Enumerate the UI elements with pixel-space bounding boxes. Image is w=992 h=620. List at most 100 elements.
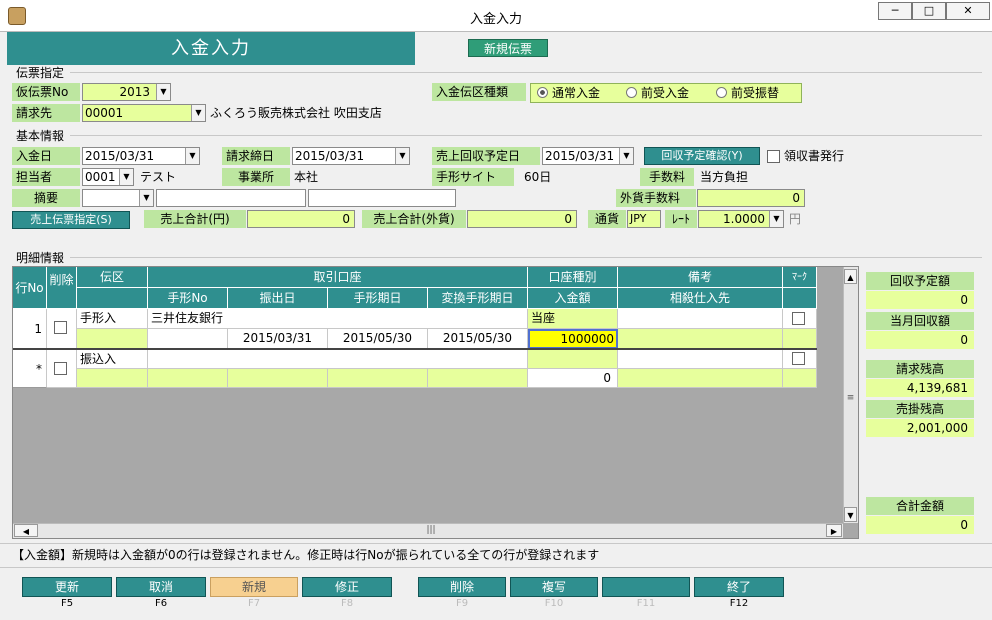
account-type-cell[interactable] [528, 350, 618, 369]
bank-cell[interactable] [148, 350, 528, 369]
currency-field[interactable]: JPY [627, 210, 661, 228]
chevron-down-icon[interactable]: ▼ [139, 190, 153, 206]
slip-type-cell[interactable]: 手形入 [77, 309, 148, 329]
radio-off-icon [716, 87, 727, 98]
office-label: 事業所 [222, 168, 290, 186]
scroll-hgrip-icon[interactable]: ||| [424, 524, 438, 537]
copy-button[interactable]: 複写 [510, 577, 598, 597]
summary-field-1[interactable] [156, 189, 306, 207]
page-title: 入金入力 [7, 32, 415, 65]
scroll-right-icon[interactable]: ▶ [826, 524, 842, 537]
bank-cell[interactable]: 三井住友銀行 [148, 309, 528, 329]
row-delete-checkbox[interactable] [54, 321, 67, 334]
note-cell[interactable] [618, 309, 783, 329]
fkey-label: F12 [729, 598, 749, 609]
update-button[interactable]: 更新 [22, 577, 112, 597]
changed-due-cell[interactable]: 2015/05/30 [428, 329, 528, 349]
close-date-label: 請求締日 [222, 147, 290, 165]
chevron-down-icon[interactable]: ▼ [191, 105, 205, 121]
maximize-button[interactable]: □ [912, 2, 946, 20]
bill-due-cell[interactable]: 2015/05/30 [328, 329, 428, 349]
bill-balance-value: 4,139,681 [866, 379, 974, 397]
note-cell[interactable] [618, 350, 783, 369]
divider [70, 257, 982, 258]
radio-normal[interactable]: 通常入金 [537, 84, 600, 102]
divider [0, 567, 992, 568]
scroll-up-icon[interactable]: ▲ [844, 269, 857, 284]
rate-field[interactable]: 1.0000 ▼ [698, 210, 784, 228]
scroll-left-icon[interactable]: ◀ [14, 524, 38, 537]
section-detail-title: 明細情報 [16, 251, 65, 265]
header-slip-type: 伝区 [77, 267, 148, 288]
chevron-down-icon[interactable]: ▼ [185, 148, 199, 164]
issue-date-cell[interactable]: 2015/03/31 [228, 329, 328, 349]
temp-no-value: 2013 [119, 85, 150, 99]
minimize-button[interactable]: ─ [878, 2, 912, 20]
row-delete-checkbox[interactable] [54, 362, 67, 375]
new-slip-button[interactable]: 新規伝票 [468, 39, 548, 57]
cancel-button[interactable]: 取消 [116, 577, 206, 597]
amount-cell-active[interactable]: 1000000 [528, 329, 618, 349]
due-date-field[interactable]: 2015/03/31 ▼ [542, 147, 634, 165]
close-date-field[interactable]: 2015/03/31 ▼ [292, 147, 410, 165]
account-type-cell[interactable]: 当座 [528, 309, 618, 329]
mark-checkbox[interactable] [792, 312, 805, 325]
staff-code-field[interactable]: 0001 ▼ [82, 168, 134, 186]
summary-code-field[interactable]: ▼ [82, 189, 154, 207]
chevron-down-icon[interactable]: ▼ [619, 148, 633, 164]
customer-label: 請求先 [12, 104, 80, 122]
chevron-down-icon[interactable]: ▼ [769, 211, 783, 227]
type-label: 入金伝区種類 [432, 83, 526, 101]
scroll-down-icon[interactable]: ▼ [844, 507, 857, 522]
temp-no-field[interactable]: 2013 ▼ [82, 83, 171, 101]
fee-label: 手数料 [640, 168, 694, 186]
window-title: 入金入力 [469, 12, 522, 27]
amount-cell[interactable]: 0 [528, 369, 618, 388]
total-value: 0 [866, 516, 974, 534]
radio-label: 前受振替 [731, 86, 780, 100]
customer-code-field[interactable]: 00001 ▼ [82, 104, 206, 122]
edit-button[interactable]: 修正 [302, 577, 392, 597]
header-changed-due: 変換手形期日 [428, 288, 528, 309]
confirm-schedule-button[interactable]: 回収予定確認(Y) [644, 147, 760, 165]
row-number: 1 [13, 309, 47, 349]
offset-cell[interactable] [618, 329, 783, 349]
header-blank [783, 288, 817, 309]
month-collected-value: 0 [866, 331, 974, 349]
radio-advance[interactable]: 前受入金 [626, 84, 689, 102]
delete-button[interactable]: 削除 [418, 577, 506, 597]
divider [70, 72, 982, 73]
header-row-no: 行No [13, 267, 47, 309]
header-account-type: 口座種別 [528, 267, 618, 288]
bill-no-cell[interactable] [148, 369, 228, 388]
date-value: 2015/03/31 [85, 149, 155, 163]
date-field[interactable]: 2015/03/31 ▼ [82, 147, 200, 165]
chevron-down-icon[interactable]: ▼ [395, 148, 409, 164]
header-amount: 入金額 [528, 288, 618, 309]
empty-cell [783, 369, 817, 388]
summary-field-2[interactable] [308, 189, 456, 207]
blank-fkey-button[interactable] [602, 577, 690, 597]
mark-checkbox[interactable] [792, 352, 805, 365]
fx-fee-label: 外貨手数料 [616, 189, 696, 207]
close-button[interactable]: ✕ [946, 2, 990, 20]
receipt-checkbox[interactable] [767, 150, 780, 163]
radio-transfer[interactable]: 前受振替 [716, 84, 779, 102]
chevron-down-icon[interactable]: ▼ [156, 84, 170, 100]
fx-fee-field[interactable]: 0 [697, 189, 805, 207]
slip-type-cell[interactable]: 振込入 [77, 350, 148, 369]
currency-label: 通貨 [588, 210, 626, 228]
exit-button[interactable]: 終了 [694, 577, 784, 597]
divider [0, 543, 992, 544]
scroll-grip-icon[interactable]: ≡ [844, 392, 857, 404]
sales-slip-button[interactable]: 売上伝票指定(S) [12, 211, 130, 229]
bill-due-cell[interactable] [328, 369, 428, 388]
offset-cell[interactable] [618, 369, 783, 388]
new-button[interactable]: 新規 [210, 577, 298, 597]
chevron-down-icon[interactable]: ▼ [119, 169, 133, 185]
section-slip-title: 伝票指定 [16, 66, 65, 80]
bill-no-cell[interactable] [148, 329, 228, 349]
issue-date-cell[interactable] [228, 369, 328, 388]
changed-due-cell[interactable] [428, 369, 528, 388]
scheduled-value: 0 [866, 291, 974, 309]
